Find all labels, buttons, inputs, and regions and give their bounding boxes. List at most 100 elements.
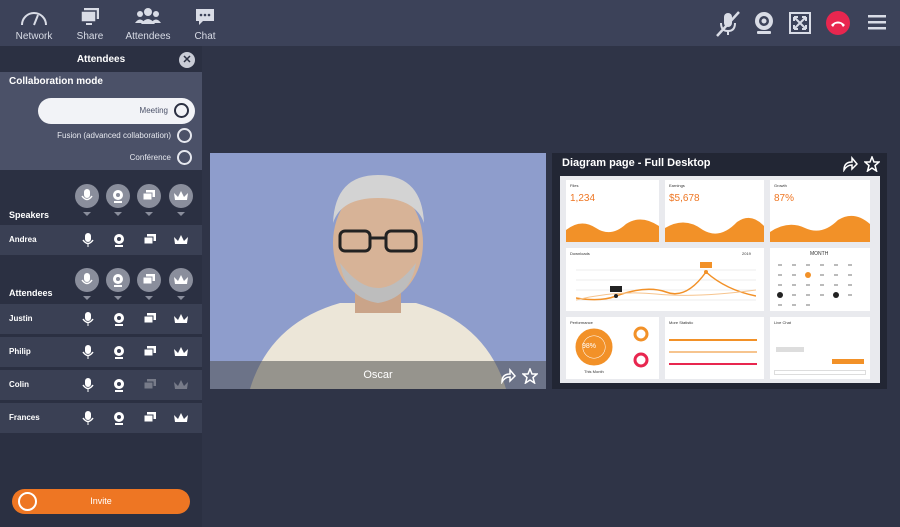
speakers-camera-all-button[interactable] bbox=[106, 184, 130, 216]
row-camera-button[interactable] bbox=[111, 232, 127, 248]
performance-card: Performance 98% This Month bbox=[566, 317, 659, 379]
attendees-label: Attendees bbox=[125, 31, 171, 42]
calendar-grid-graphic bbox=[777, 264, 852, 306]
speakers-share-all-button[interactable] bbox=[137, 184, 161, 216]
top-toolbar: Network Share Attendees Chat bbox=[0, 0, 900, 46]
participant-name: Oscar bbox=[363, 369, 393, 381]
earnings-label: Earnings bbox=[669, 183, 685, 188]
mode-meeting[interactable]: Meeting bbox=[38, 98, 195, 124]
row-share-button[interactable] bbox=[142, 311, 158, 327]
row-share-button-disabled[interactable] bbox=[142, 377, 158, 393]
row-crown-button[interactable] bbox=[173, 311, 189, 327]
invite-label: Invite bbox=[90, 496, 112, 506]
chat-bubble-outgoing bbox=[832, 359, 864, 364]
share-screen-icon bbox=[142, 190, 155, 201]
earnings-card: Earnings $5,678 bbox=[665, 180, 764, 242]
row-crown-button[interactable] bbox=[173, 410, 189, 426]
row-microphone-button[interactable] bbox=[80, 232, 96, 248]
attendees-mic-all-button[interactable] bbox=[75, 268, 99, 300]
attendees-section-label: Attendees bbox=[9, 288, 53, 298]
shared-dashboard: Files 1,234 Earnings $5,678 Growth 87% D… bbox=[560, 176, 880, 383]
radio-selected-icon bbox=[174, 103, 189, 119]
webcam-icon bbox=[114, 313, 124, 326]
star-icon[interactable] bbox=[522, 368, 538, 384]
attendees-camera-all-button[interactable] bbox=[106, 268, 130, 300]
close-panel-button[interactable]: ✕ bbox=[179, 52, 195, 68]
row-crown-button-disabled[interactable] bbox=[173, 377, 189, 393]
forward-share-icon[interactable] bbox=[842, 156, 858, 172]
growth-value: 87% bbox=[774, 193, 795, 204]
row-camera-button[interactable] bbox=[111, 344, 127, 360]
star-icon[interactable] bbox=[864, 156, 880, 172]
attendees-crown-all-button[interactable] bbox=[169, 268, 193, 300]
growth-card: Growth 87% bbox=[770, 180, 870, 242]
invite-button[interactable]: Invite bbox=[12, 489, 190, 514]
share-button[interactable]: Share bbox=[65, 6, 115, 42]
growth-label: Growth bbox=[774, 183, 787, 188]
microphone-icon bbox=[82, 411, 94, 425]
attendees-button[interactable]: Attendees bbox=[123, 6, 173, 42]
participant-video-avatar bbox=[210, 153, 546, 389]
video-tile[interactable]: Oscar bbox=[210, 153, 546, 389]
statistic-bar bbox=[669, 363, 757, 365]
mute-microphone-button[interactable] bbox=[714, 10, 742, 43]
live-chat-card: Live Chat bbox=[770, 317, 870, 379]
share-screen-icon bbox=[142, 274, 155, 285]
attendees-share-all-button[interactable] bbox=[137, 268, 161, 300]
row-crown-button[interactable] bbox=[173, 232, 189, 248]
speaker-name: Andrea bbox=[9, 235, 37, 244]
row-microphone-button[interactable] bbox=[80, 311, 96, 327]
row-share-button[interactable] bbox=[142, 344, 158, 360]
attendee-row: Justin bbox=[0, 304, 202, 334]
close-icon: ✕ bbox=[182, 54, 192, 66]
network-button[interactable]: Network bbox=[9, 6, 59, 42]
mode-conference-label: Conférence bbox=[129, 153, 171, 162]
mode-conference[interactable]: Conférence bbox=[130, 148, 192, 168]
downloads-label: Downloads bbox=[570, 251, 590, 256]
live-chat-label: Live Chat bbox=[774, 320, 791, 325]
row-share-button[interactable] bbox=[142, 410, 158, 426]
wave-graphic bbox=[770, 215, 870, 242]
webcam-icon bbox=[113, 190, 123, 203]
row-microphone-button[interactable] bbox=[80, 377, 96, 393]
forward-share-icon[interactable] bbox=[500, 368, 516, 384]
row-camera-button[interactable] bbox=[111, 377, 127, 393]
attendees-panel: Attendees ✕ Collaboration mode Meeting F… bbox=[0, 46, 202, 527]
speakers-mic-all-button[interactable] bbox=[75, 184, 99, 216]
attendee-name: Justin bbox=[9, 314, 33, 323]
chat-bubble-incoming bbox=[776, 347, 804, 352]
hangup-button[interactable] bbox=[826, 11, 850, 40]
mode-fusion[interactable]: Fusion (advanced collaboration) bbox=[57, 126, 192, 146]
fullscreen-button[interactable] bbox=[787, 10, 813, 41]
row-camera-button[interactable] bbox=[111, 410, 127, 426]
row-microphone-button[interactable] bbox=[80, 344, 96, 360]
microphone-icon bbox=[82, 345, 94, 359]
files-value: 1,234 bbox=[570, 193, 596, 204]
network-gauge-icon bbox=[21, 12, 47, 26]
speakers-label: Speakers bbox=[9, 210, 50, 220]
row-share-button[interactable] bbox=[142, 232, 158, 248]
row-crown-button[interactable] bbox=[173, 344, 189, 360]
fullscreen-icon bbox=[789, 12, 811, 34]
chat-label: Chat bbox=[194, 31, 216, 42]
earnings-value: $5,678 bbox=[669, 193, 700, 204]
camera-button[interactable] bbox=[751, 10, 777, 41]
speaker-row: Andrea bbox=[0, 225, 202, 255]
share-screen-icon bbox=[143, 379, 156, 390]
files-card: Files 1,234 bbox=[566, 180, 659, 242]
network-label: Network bbox=[15, 31, 53, 42]
row-microphone-button[interactable] bbox=[80, 410, 96, 426]
downloads-year: 2019 bbox=[742, 251, 751, 256]
attendee-row: Frances bbox=[0, 403, 202, 433]
chat-input-graphic bbox=[774, 370, 866, 375]
speakers-crown-all-button[interactable] bbox=[169, 184, 193, 216]
webcam-icon bbox=[114, 379, 124, 392]
crown-icon bbox=[174, 235, 188, 244]
chat-button[interactable]: Chat bbox=[180, 6, 230, 42]
mode-meeting-label: Meeting bbox=[139, 106, 168, 115]
statistic-bar bbox=[669, 339, 757, 341]
shared-screen-tile[interactable]: Diagram page - Full Desktop Files 1,234 … bbox=[552, 153, 887, 389]
menu-button[interactable] bbox=[866, 13, 888, 36]
row-camera-button[interactable] bbox=[111, 311, 127, 327]
share-screen-icon bbox=[143, 346, 156, 357]
